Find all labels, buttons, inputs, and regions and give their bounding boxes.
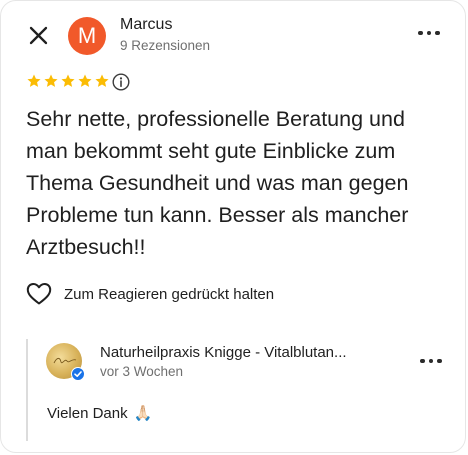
star-icon [27,74,41,87]
review-more-button[interactable] [415,23,443,43]
owner-reply-text: Vielen Dank 🙏🏻 [47,404,153,423]
reviewer-review-count: 9 Rezensionen [120,38,211,53]
star-icon [44,74,58,87]
reply-message: Vielen Dank [47,404,128,422]
owner-logo-icon [53,357,77,364]
heart-outline-icon [26,283,52,305]
review-card: M Marcus 9 Rezensionen Sehr nette, profe… [0,0,466,453]
more-horizontal-icon [415,23,443,43]
reply-divider [26,339,28,441]
reply-more-button[interactable] [417,351,445,371]
owner-name[interactable]: Naturheilpraxis Knigge - Vitalblutan... [100,344,347,361]
info-icon [112,73,130,91]
react-label: Zum Reagieren gedrückt halten [64,285,275,303]
more-horizontal-icon [417,351,445,371]
star-icon [78,74,92,87]
star-icon [95,74,109,87]
reviewer-name[interactable]: Marcus [120,16,172,34]
rating-info-button[interactable] [112,73,130,91]
star-icon [61,74,75,87]
react-button[interactable]: Zum Reagieren gedrückt halten [26,282,274,306]
review-text: Sehr nette, professionelle Beratung und … [26,107,409,259]
close-button[interactable] [24,21,54,51]
reviewer-avatar[interactable]: M [68,17,106,55]
folded-hands-emoji: 🙏🏻 [133,405,153,422]
verified-badge-icon [71,367,85,381]
star-rating [26,73,110,89]
owner-reply-date: vor 3 Wochen [100,364,184,379]
close-icon [29,26,48,45]
